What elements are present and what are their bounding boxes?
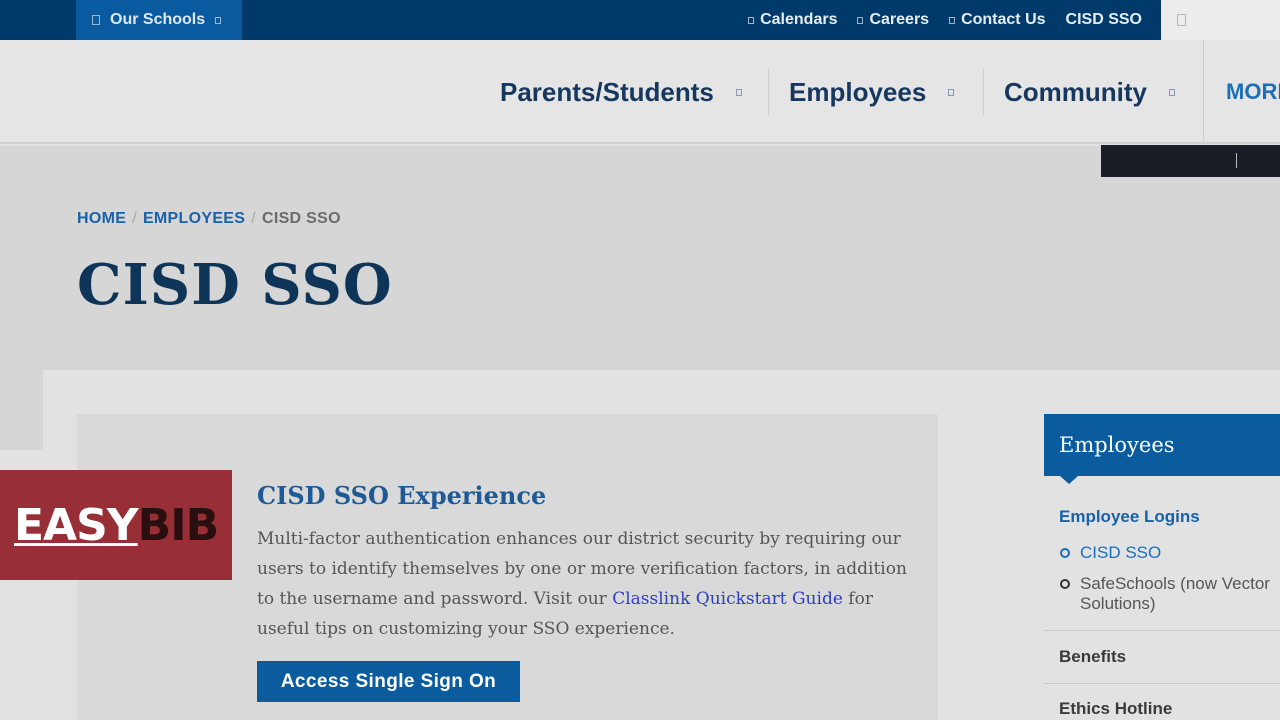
breadcrumb-employees[interactable]: EMPLOYEES [143, 210, 245, 228]
logo-easy: EASY [14, 499, 139, 551]
header-band-strip [0, 370, 43, 450]
utility-bar: Our Schools Calendars Careers Contact Us… [0, 0, 1280, 40]
sidebar-subitem-cisd-sso[interactable]: CISD SSO [1060, 543, 1280, 563]
content-body: Multi-factor authentication enhances our… [257, 524, 917, 644]
cisd-sso-link[interactable]: CISD SSO [1066, 11, 1142, 29]
nav-employees-label: Employees [789, 76, 927, 107]
nav-community[interactable]: Community [1004, 40, 1175, 144]
chevron-down-icon [1169, 88, 1175, 96]
sidebar-subitem-safeschools[interactable]: SafeSchools (now Vector Solutions) [1060, 574, 1280, 614]
search-input[interactable] [1161, 0, 1280, 40]
content-heading: CISD SSO Experience [257, 481, 547, 510]
school-icon [92, 15, 100, 25]
chevron-down-icon [735, 88, 742, 96]
chevron-down-icon [948, 88, 955, 96]
sidebar-header-notch [1060, 476, 1078, 484]
careers-label: Careers [869, 11, 930, 28]
contact-us-label: Contact Us [961, 11, 1046, 28]
nav-employees[interactable]: Employees [789, 40, 955, 144]
careers-link[interactable]: Careers [857, 11, 929, 29]
briefcase-icon [857, 16, 864, 24]
easybib-logo-text: EASYBIB [14, 499, 219, 551]
sidebar-item-ethics-hotline[interactable]: Ethics Hotline [1059, 699, 1172, 719]
circle-bullet-icon [1060, 548, 1070, 558]
nav-divider [1203, 40, 1204, 144]
text-cursor [1236, 153, 1237, 168]
main-navigation: Parents/Students Employees Community MOR… [0, 40, 1280, 144]
classlink-quickstart-link[interactable]: Classlink Quickstart Guide [612, 589, 843, 609]
breadcrumb-separator: / [132, 210, 137, 227]
circle-bullet-icon [1060, 579, 1070, 589]
sidebar-subitem-label: CISD SSO [1080, 543, 1162, 562]
nav-divider [983, 68, 984, 116]
breadcrumb: HOME / EMPLOYEES / CISD SSO [77, 210, 341, 228]
contact-us-link[interactable]: Contact Us [949, 11, 1046, 29]
nav-community-label: Community [1004, 76, 1147, 107]
our-schools-button[interactable]: Our Schools [76, 0, 242, 40]
utility-links: Calendars Careers Contact Us CISD SSO [748, 0, 1142, 40]
chevron-down-icon [215, 16, 222, 24]
page-title: CISD SSO [77, 252, 393, 318]
access-sso-button[interactable]: Access Single Sign On [257, 661, 520, 702]
breadcrumb-separator: / [251, 210, 256, 227]
breadcrumb-home[interactable]: HOME [77, 210, 126, 228]
sidebar-divider [1044, 630, 1280, 631]
nav-parents-students-label: Parents/Students [500, 76, 714, 107]
sidebar-subitem-label: SafeSchools (now Vector Solutions) [1080, 574, 1270, 613]
nav-divider [768, 68, 769, 116]
cisd-sso-label: CISD SSO [1065, 11, 1142, 28]
breadcrumb-current: CISD SSO [261, 210, 341, 227]
calendars-link[interactable]: Calendars [748, 11, 837, 29]
easybib-logo: EASYBIB [0, 470, 232, 580]
sidebar-item-benefits[interactable]: Benefits [1059, 647, 1126, 667]
nav-more-label: MORE [1226, 79, 1280, 104]
sidebar-header: Employees [1044, 414, 1280, 476]
our-schools-label: Our Schools [110, 11, 206, 28]
sidebar-divider [1044, 683, 1280, 684]
logo-bib: BIB [137, 499, 219, 551]
sidebar-employee-logins[interactable]: Employee Logins [1059, 507, 1200, 527]
calendar-icon [748, 16, 755, 24]
nav-parents-students[interactable]: Parents/Students [500, 40, 742, 144]
calendars-label: Calendars [760, 11, 838, 28]
search-icon [1177, 14, 1186, 26]
phone-icon [949, 16, 956, 24]
nav-more[interactable]: MORE [1226, 40, 1280, 144]
translate-bar[interactable] [1101, 145, 1280, 177]
